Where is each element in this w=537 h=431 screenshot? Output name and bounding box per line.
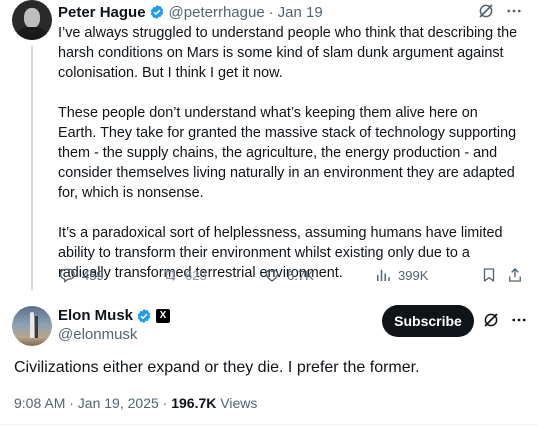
author-handle[interactable]: @elonmusk: [58, 326, 137, 343]
avatar-body: [17, 27, 47, 40]
tweet-metadata: 9:08 AM · Jan 19, 2025 · 196.7K Views: [14, 395, 257, 411]
subscribe-button[interactable]: Subscribe: [382, 305, 474, 337]
main-author-row: Elon Musk X: [58, 307, 171, 324]
grok-icon[interactable]: [482, 311, 500, 329]
avatar-face: [24, 8, 40, 28]
tweet-paragraph: I’ve always struggled to understand peop…: [58, 25, 518, 81]
tweet-timestamp[interactable]: 9:08 AM · Jan 19, 2025: [14, 395, 159, 411]
heart-icon: [265, 269, 279, 282]
affiliate-x-badge[interactable]: X: [156, 308, 171, 323]
share-button[interactable]: [506, 266, 524, 284]
analytics-icon: [377, 269, 390, 281]
tweet-date[interactable]: Jan 19: [278, 4, 323, 21]
avatar[interactable]: [12, 0, 52, 40]
more-icon[interactable]: [510, 311, 528, 329]
parent-tweet-actions: 459 623 6.7K 399K: [58, 266, 522, 286]
grok-icon[interactable]: [477, 2, 495, 20]
repost-icon: [164, 269, 176, 281]
author-name[interactable]: Peter Hague: [58, 4, 146, 21]
verified-badge-icon[interactable]: [136, 308, 152, 324]
avatar-rocket: [30, 312, 34, 338]
views-label: Views: [216, 395, 258, 411]
bookmark-button[interactable]: [480, 266, 498, 284]
like-count: 6.7K: [287, 267, 314, 283]
verified-badge-icon[interactable]: [149, 4, 165, 20]
main-tweet-top-icons: [482, 311, 528, 329]
share-icon: [509, 268, 521, 282]
divider: [0, 424, 537, 425]
views-count: 196.7K: [171, 395, 217, 411]
main-tweet-text: Civilizations either expand or they die.…: [14, 359, 420, 376]
reply-icon: [59, 268, 75, 283]
parent-tweet-top-icons: [477, 2, 523, 20]
tweet-paragraph: These people don’t understand what’s kee…: [58, 105, 517, 201]
repost-count: 623: [185, 267, 207, 283]
more-icon[interactable]: [505, 2, 523, 20]
separator-dot: ·: [158, 395, 172, 411]
avatar[interactable]: [12, 306, 52, 346]
separator-dot: ·: [268, 3, 274, 21]
reply-count: 459: [82, 267, 104, 283]
author-handle[interactable]: @peterrhague: [169, 4, 265, 21]
parent-tweet-header: Peter Hague @peterrhague · Jan 19: [58, 2, 323, 22]
parent-tweet-text: I’ve always struggled to understand peop…: [58, 23, 520, 303]
bookmark-icon: [483, 268, 495, 282]
repost-button[interactable]: 623: [161, 266, 207, 284]
views-count: 399K: [398, 267, 429, 283]
parent-tweet[interactable]: Peter Hague @peterrhague · Jan 19 I’ve a…: [0, 0, 537, 300]
views-button[interactable]: 399K: [374, 266, 428, 284]
author-name[interactable]: Elon Musk: [58, 307, 133, 324]
like-button[interactable]: 6.7K: [263, 266, 314, 284]
reply-button[interactable]: 459: [58, 266, 104, 284]
avatar-tower: [35, 316, 38, 338]
